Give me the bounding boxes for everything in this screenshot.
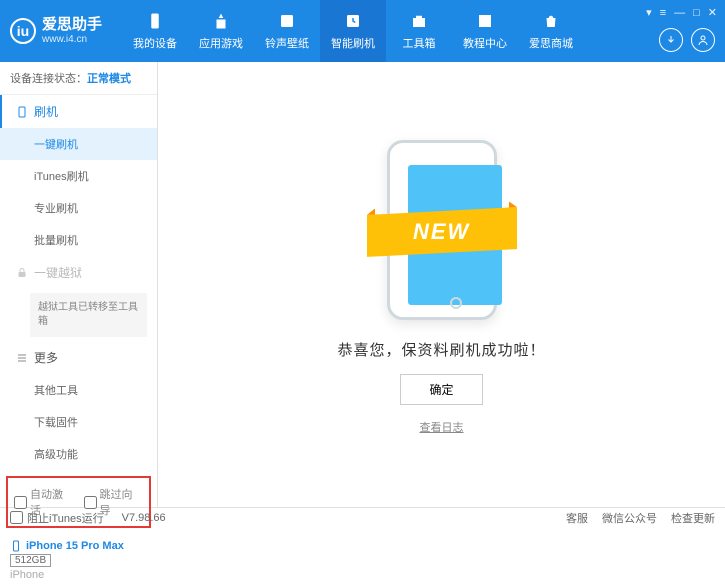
sidebar-oneclick-flash[interactable]: 一键刷机: [0, 128, 157, 160]
device-info: iPhone 15 Pro Max 512GB iPhone: [0, 534, 157, 587]
phone-icon: [10, 540, 22, 552]
version-label: V7.98.66: [122, 512, 166, 524]
success-illustration: NEW: [377, 135, 507, 325]
sidebar-download-firmware[interactable]: 下载固件: [0, 406, 157, 438]
close-icon[interactable]: ✕: [708, 6, 717, 19]
logo: iu 爱思助手 www.i4.cn: [10, 17, 102, 45]
nav-store[interactable]: 爱思商城: [518, 0, 584, 62]
support-link[interactable]: 客服: [566, 510, 588, 526]
nav-my-device[interactable]: 我的设备: [122, 0, 188, 62]
sidebar-batch-flash[interactable]: 批量刷机: [0, 224, 157, 256]
block-itunes-checkbox[interactable]: 阻止iTunes运行: [10, 510, 104, 526]
device-icon: [145, 11, 165, 31]
maximize-icon[interactable]: □: [693, 7, 700, 19]
user-button[interactable]: [691, 28, 715, 52]
download-button[interactable]: [659, 28, 683, 52]
sidebar-other-tools[interactable]: 其他工具: [0, 374, 157, 406]
app-title: 爱思助手: [42, 17, 102, 34]
sidebar-flash[interactable]: 刷机: [0, 95, 157, 128]
more-icon: [16, 352, 28, 364]
sidebar-jailbreak: 一键越狱: [0, 256, 157, 289]
sidebar-itunes-flash[interactable]: iTunes刷机: [0, 160, 157, 192]
update-link[interactable]: 检查更新: [671, 510, 715, 526]
nav-ringtones[interactable]: 铃声壁纸: [254, 0, 320, 62]
menu-icon[interactable]: ▾: [646, 6, 652, 19]
new-banner: NEW: [367, 207, 517, 257]
lock-icon: [16, 267, 28, 279]
toolbox-icon: [409, 11, 429, 31]
sidebar-pro-flash[interactable]: 专业刷机: [0, 192, 157, 224]
nav-apps[interactable]: 应用游戏: [188, 0, 254, 62]
book-icon: [475, 11, 495, 31]
nav-toolbox[interactable]: 工具箱: [386, 0, 452, 62]
wallpaper-icon: [277, 11, 297, 31]
apps-icon: [211, 11, 231, 31]
device-type: iPhone: [10, 569, 147, 581]
main-content: NEW 恭喜您，保资料刷机成功啦！ 确定 查看日志: [158, 62, 725, 507]
jailbreak-note: 越狱工具已转移至工具箱: [30, 293, 147, 337]
nav-tutorials[interactable]: 教程中心: [452, 0, 518, 62]
minimize-icon[interactable]: —: [674, 7, 685, 19]
app-url: www.i4.cn: [42, 34, 102, 45]
connection-status: 设备连接状态：正常模式: [0, 62, 157, 95]
store-icon: [541, 11, 561, 31]
sidebar-more[interactable]: 更多: [0, 341, 157, 374]
device-name[interactable]: iPhone 15 Pro Max: [10, 540, 147, 552]
sidebar: 设备连接状态：正常模式 刷机 一键刷机 iTunes刷机 专业刷机 批量刷机 一…: [0, 62, 158, 507]
logo-icon: iu: [10, 18, 36, 44]
ok-button[interactable]: 确定: [400, 374, 482, 405]
storage-badge: 512GB: [10, 554, 51, 567]
wechat-link[interactable]: 微信公众号: [602, 510, 657, 526]
sidebar-advanced[interactable]: 高级功能: [0, 438, 157, 470]
flash-icon: [343, 11, 363, 31]
list-icon[interactable]: ≡: [660, 7, 666, 19]
app-header: iu 爱思助手 www.i4.cn 我的设备 应用游戏 铃声壁纸 智能刷机 工具…: [0, 0, 725, 62]
flash-section-icon: [16, 106, 28, 118]
view-log-link[interactable]: 查看日志: [420, 419, 464, 435]
top-nav: 我的设备 应用游戏 铃声壁纸 智能刷机 工具箱 教程中心 爱思商城: [122, 0, 584, 62]
success-message: 恭喜您，保资料刷机成功啦！: [337, 339, 545, 360]
titlebar-controls: ▾ ≡ — □ ✕: [646, 6, 717, 19]
nav-smart-flash[interactable]: 智能刷机: [320, 0, 386, 62]
